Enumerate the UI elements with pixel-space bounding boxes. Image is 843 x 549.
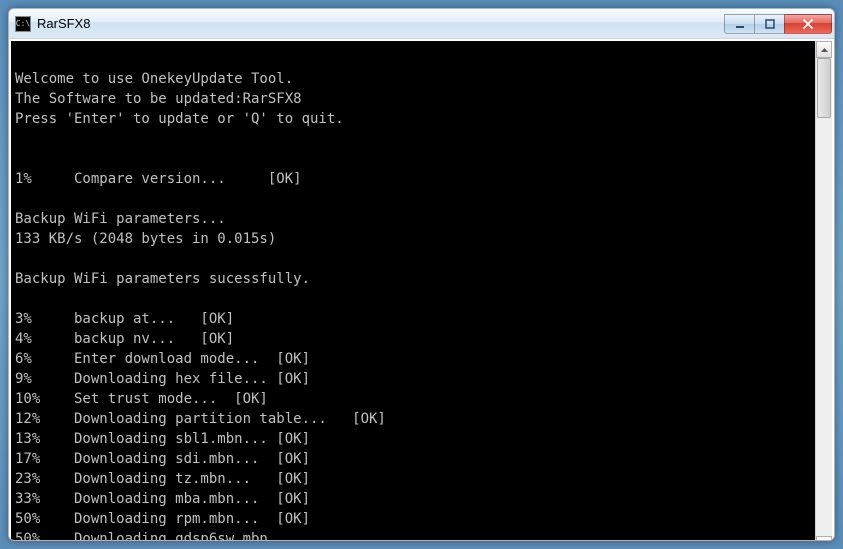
client-area: Welcome to use OnekeyUpdate Tool. The So… [9, 39, 834, 541]
console-output: Welcome to use OnekeyUpdate Tool. The So… [11, 41, 815, 541]
scroll-track[interactable] [816, 58, 832, 536]
close-icon [802, 19, 814, 29]
minimize-icon [735, 19, 745, 29]
close-button[interactable] [784, 14, 832, 34]
window-controls [724, 14, 832, 34]
maximize-icon [765, 19, 775, 29]
maximize-button[interactable] [754, 14, 784, 34]
app-window: C:\ RarSFX8 Welcome to use OnekeyUpdate … [8, 8, 835, 541]
scroll-down-button[interactable] [816, 536, 832, 541]
scroll-thumb[interactable] [817, 58, 831, 118]
titlebar[interactable]: C:\ RarSFX8 [9, 9, 834, 39]
scroll-up-button[interactable] [816, 41, 832, 58]
vertical-scrollbar[interactable] [815, 41, 832, 541]
app-icon: C:\ [15, 16, 31, 32]
chevron-up-icon [821, 48, 828, 52]
minimize-button[interactable] [724, 14, 754, 34]
window-title: RarSFX8 [37, 16, 724, 31]
